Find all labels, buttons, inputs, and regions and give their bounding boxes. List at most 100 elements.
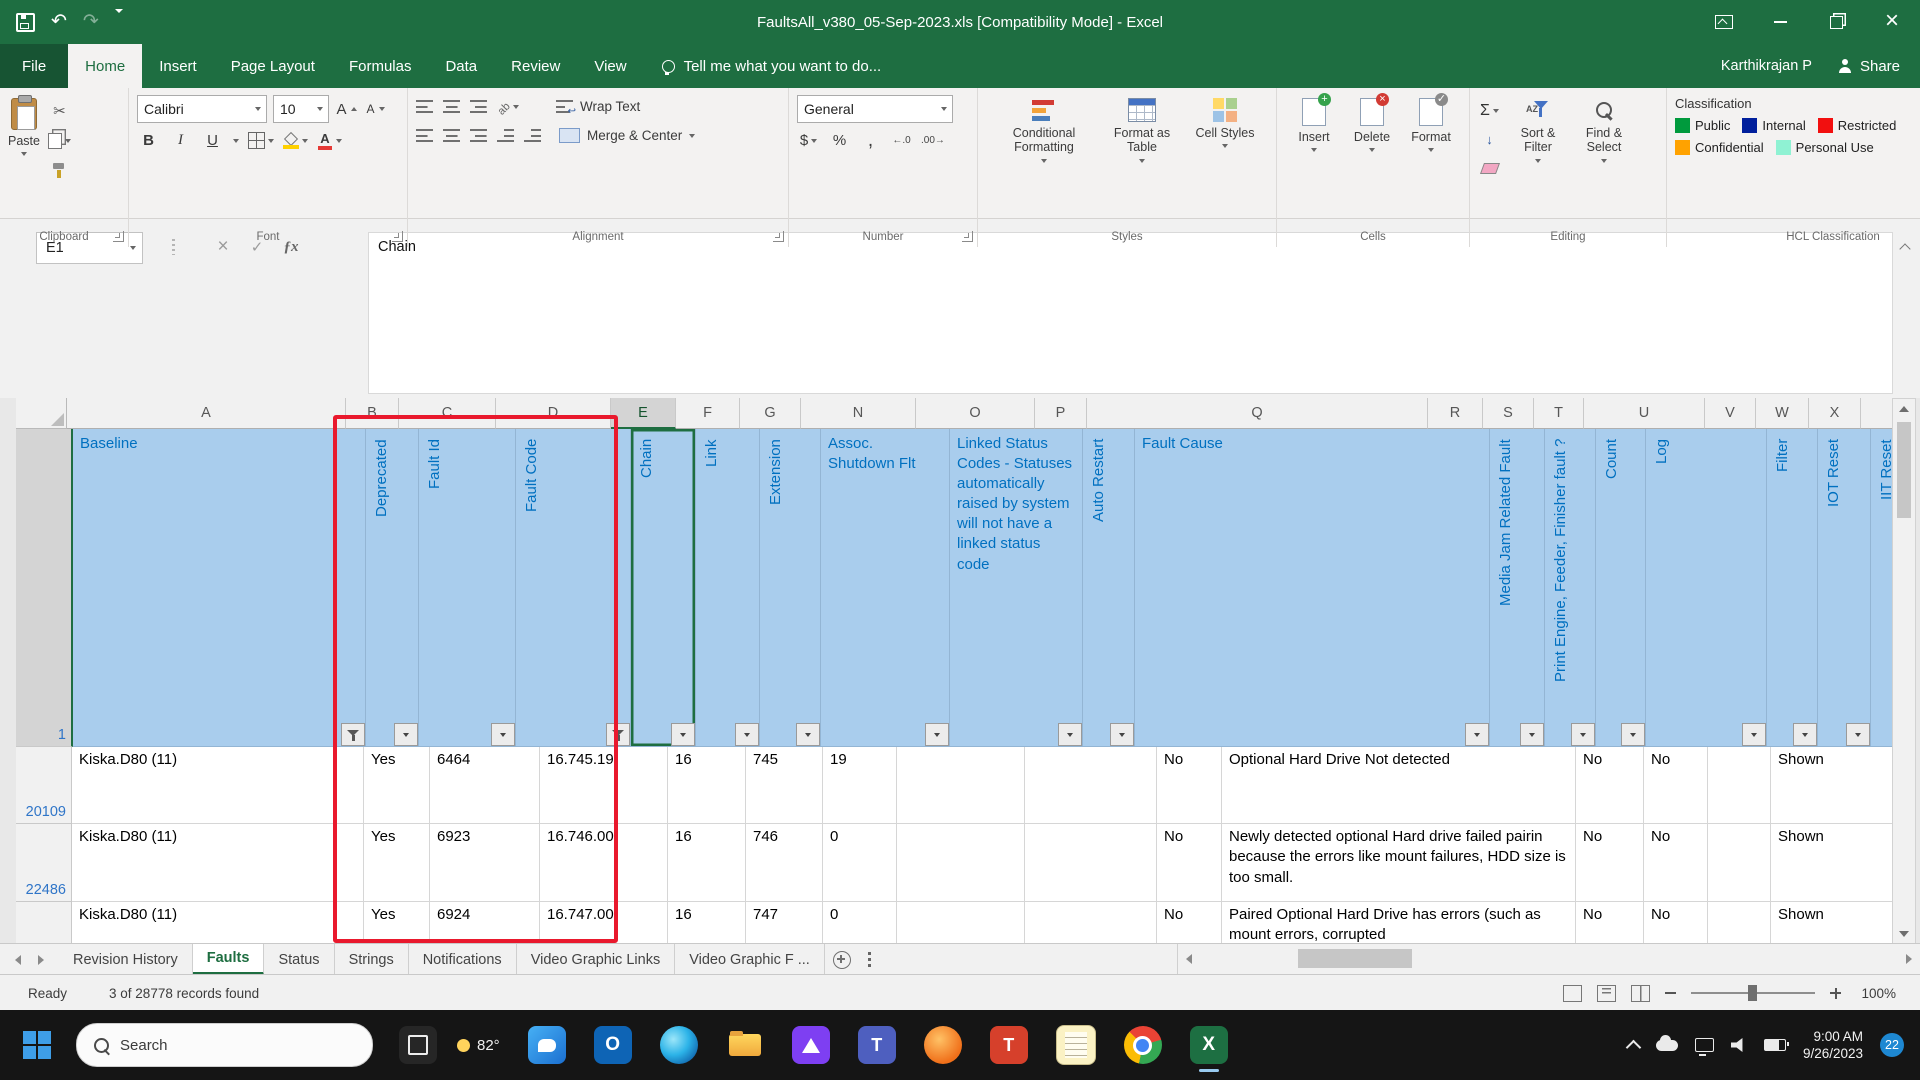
select-all-corner[interactable] [16,398,67,429]
cell-a[interactable]: Kiska.D80 (11) [72,824,364,902]
column-header-d[interactable]: D [496,398,611,429]
filter-button-c[interactable] [491,723,515,746]
classification-restricted[interactable]: Restricted [1818,118,1897,133]
cell-g[interactable]: 0 [823,902,897,943]
format-painter-button[interactable] [48,159,71,182]
fill-color-button[interactable] [283,129,308,152]
column-header-o[interactable]: O [916,398,1035,429]
filter-button-f[interactable] [735,723,759,746]
tab-page-layout[interactable]: Page Layout [214,44,332,88]
decrease-decimal-button[interactable] [921,129,945,152]
undo-icon[interactable] [51,12,67,32]
number-format-select[interactable]: General [797,95,953,123]
cell-p[interactable]: No [1157,747,1222,824]
start-button[interactable] [14,1022,60,1068]
notification-badge[interactable]: 22 [1880,1033,1904,1057]
header-cell-n[interactable]: Assoc. Shutdown Flt [821,429,950,747]
add-sheet-button[interactable] [825,944,859,975]
align-middle-button[interactable] [443,100,460,113]
comma-style-button[interactable] [859,129,882,152]
page-break-view-button[interactable] [1631,985,1650,1002]
cell-g[interactable]: 0 [823,824,897,902]
sheet-tab-status[interactable]: Status [264,944,334,975]
cell-s[interactable]: No [1644,747,1708,824]
orientation-button[interactable] [497,95,520,118]
classification-confidential[interactable]: Confidential [1675,140,1764,155]
app-icon-file-explorer[interactable] [726,1026,764,1064]
scroll-up-button[interactable] [1899,399,1909,419]
cell-u[interactable]: Shown [1771,824,1894,902]
sheet-nav-left-button[interactable] [15,955,21,965]
scroll-right-button[interactable] [1906,954,1912,964]
tab-formulas[interactable]: Formulas [332,44,429,88]
app-icon-teams[interactable] [858,1026,896,1064]
cell-n[interactable] [897,824,1025,902]
cell-c[interactable]: 6923 [430,824,540,902]
autosum-button[interactable] [1478,99,1501,122]
column-header-f[interactable]: F [676,398,740,429]
cell-p[interactable]: No [1157,902,1222,943]
filter-button-u[interactable] [1742,723,1766,746]
app-icon-orange-app[interactable] [924,1026,962,1064]
tab-insert[interactable]: Insert [142,44,214,88]
column-header-v[interactable]: V [1705,398,1756,429]
bold-button[interactable] [137,129,160,152]
increase-font-size-button[interactable] [335,98,358,121]
save-icon[interactable] [16,13,35,32]
find-select-button[interactable]: Find & Select [1575,95,1633,225]
underline-button[interactable] [201,129,224,152]
row-header[interactable] [16,902,72,943]
header-cell-g[interactable]: Extension [760,429,821,747]
scroll-down-button[interactable] [1899,924,1909,944]
decrease-font-size-button[interactable] [364,98,387,121]
percent-style-button[interactable] [828,129,851,152]
app-icon-frame[interactable] [399,1026,437,1064]
cell-n[interactable] [897,747,1025,824]
row-header[interactable]: 20109 [16,747,72,824]
cell-f[interactable]: 745 [746,747,823,824]
filter-button-a[interactable] [341,723,365,746]
cell-u[interactable]: Shown [1771,902,1894,943]
cell-b[interactable]: Yes [364,747,430,824]
header-cell-o[interactable]: Linked Status Codes - Statuses automatic… [950,429,1083,747]
cell-f[interactable]: 747 [746,902,823,943]
align-bottom-button[interactable] [470,100,487,113]
filter-button-v[interactable] [1793,723,1817,746]
app-icon-outlook[interactable] [594,1026,632,1064]
sheet-tab-faults[interactable]: Faults [193,944,265,975]
column-header-g[interactable]: G [740,398,801,429]
italic-button[interactable] [169,129,192,152]
onedrive-icon[interactable] [1656,1040,1678,1051]
worksheet-grid[interactable]: ABCDEFGNOPQRSTUVWXY 1BaselineDeprecatedF… [16,398,1894,943]
cell-o[interactable] [1025,902,1157,943]
zoom-slider-thumb[interactable] [1748,985,1757,1001]
zoom-in-button[interactable] [1830,988,1841,999]
number-dialog-launcher[interactable] [962,231,973,242]
wrap-text-button[interactable]: Wrap Text [556,95,640,118]
tab-review[interactable]: Review [494,44,577,88]
ribbon-display-options-button[interactable] [1696,0,1752,44]
header-cell-d[interactable]: Fault Code [516,429,631,747]
customize-quick-access-button[interactable] [115,13,123,31]
column-header-s[interactable]: S [1483,398,1534,429]
header-cell-a[interactable]: Baseline [73,429,366,747]
column-header-y[interactable]: Y [1861,398,1894,429]
scroll-left-button[interactable] [1186,954,1192,964]
cell-b[interactable]: Yes [364,824,430,902]
network-icon[interactable] [1695,1038,1714,1052]
cell-g[interactable]: 19 [823,747,897,824]
cell-o[interactable] [1025,824,1157,902]
minimize-button[interactable] [1752,0,1808,44]
align-left-button[interactable] [416,129,433,142]
column-header-a[interactable]: A [67,398,346,429]
column-header-u[interactable]: U [1584,398,1705,429]
header-cell-u[interactable]: Log [1646,429,1767,747]
cell-r[interactable]: No [1576,824,1644,902]
cell-a[interactable]: Kiska.D80 (11) [72,902,364,943]
column-header-r[interactable]: R [1428,398,1483,429]
sheet-tabs-more-button[interactable] [859,944,881,975]
cell-e[interactable]: 16 [668,902,746,943]
user-name[interactable]: Karthikrajan P [1721,58,1812,74]
paste-button[interactable]: Paste [8,95,40,225]
cell-q[interactable]: Newly detected optional Hard drive faile… [1222,824,1576,902]
